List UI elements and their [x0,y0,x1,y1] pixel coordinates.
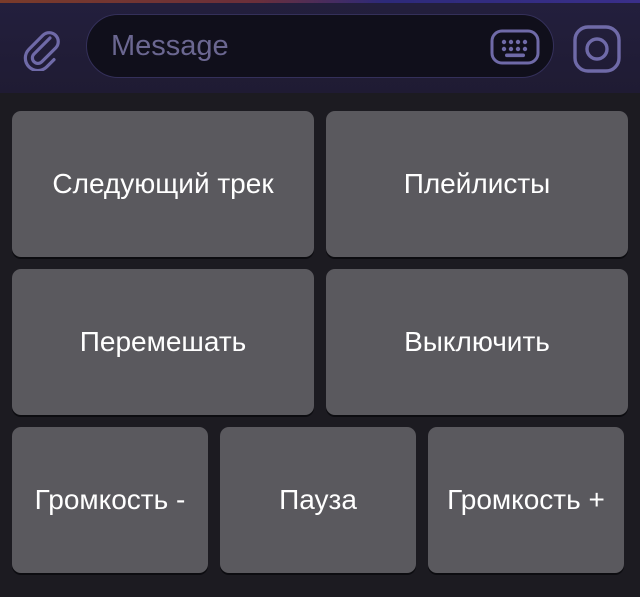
shuffle-label: Перемешать [79,326,247,357]
keyboard-icon [490,29,540,65]
message-input[interactable] [111,15,481,77]
next-track-button[interactable]: Следующий трек [12,111,314,257]
message-field[interactable] [86,14,554,78]
volume-down-button[interactable]: Громкость - [12,427,208,573]
message-input-bar [0,3,640,93]
sticker-button[interactable] [572,24,622,74]
volume-down-label: Громкость - [34,484,186,515]
paperclip-icon [23,31,60,71]
sticker-icon [573,25,621,73]
playlists-label: Плейлисты [403,168,551,199]
keyboard-toggle-button[interactable] [489,28,541,66]
attach-button[interactable] [18,25,66,73]
turn-off-button[interactable]: Выключить [326,269,628,415]
turn-off-label: Выключить [404,326,550,357]
pause-label: Пауза [279,484,357,515]
next-track-label: Следующий трек [52,168,274,199]
reply-keyboard: Следующий трек Плейлисты Перемешать Выкл… [0,93,640,597]
shuffle-button[interactable]: Перемешать [12,269,314,415]
playlists-button[interactable]: Плейлисты [326,111,628,257]
pause-button[interactable]: Пауза [220,427,416,573]
volume-up-button[interactable]: Громкость + [428,427,624,573]
volume-up-label: Громкость + [447,484,605,515]
